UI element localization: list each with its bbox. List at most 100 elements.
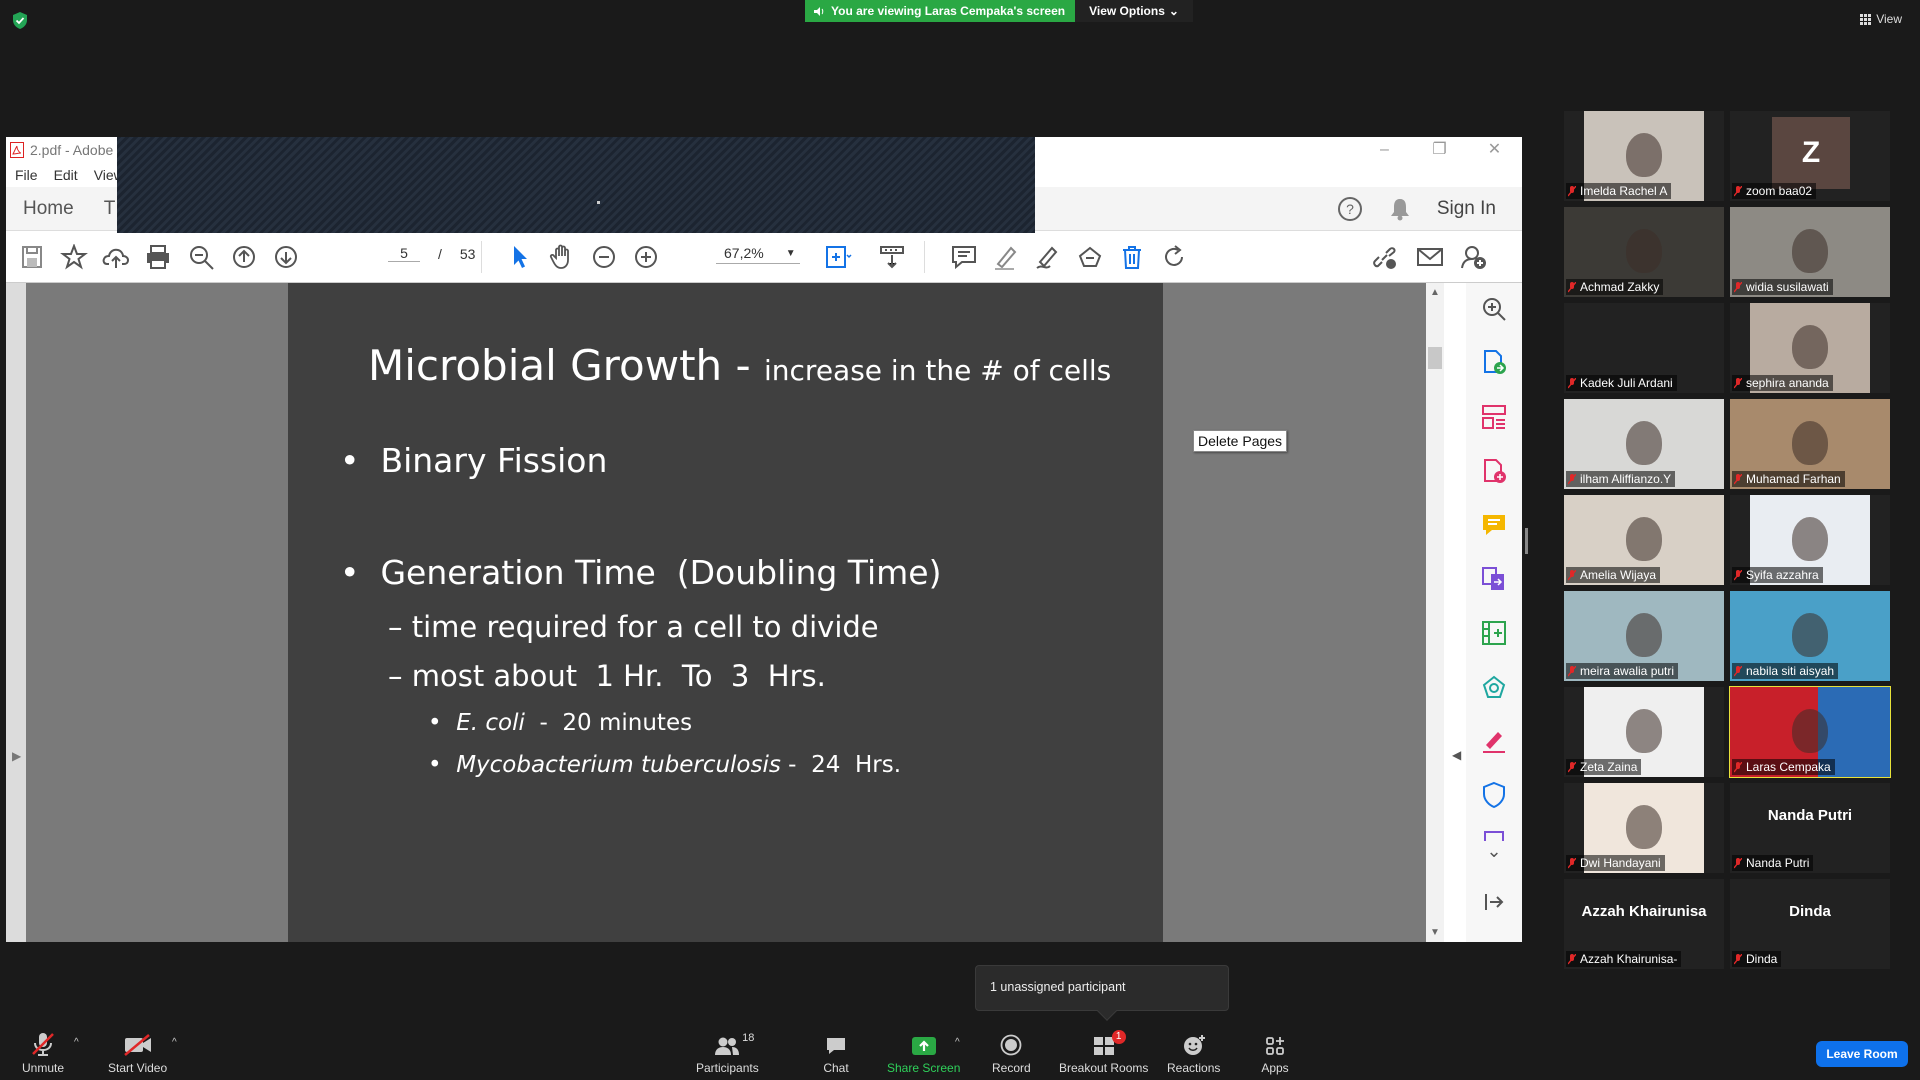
- mic-muted-icon: [1568, 953, 1576, 964]
- hand-tool-icon[interactable]: [548, 244, 576, 270]
- close-button[interactable]: ✕: [1467, 137, 1522, 163]
- help-icon[interactable]: ?: [1337, 196, 1363, 222]
- bell-icon[interactable]: [1389, 197, 1411, 221]
- audio-options-caret-icon[interactable]: ^: [74, 1037, 79, 1048]
- delete-pages-icon[interactable]: [1118, 244, 1146, 270]
- tab-tools[interactable]: T: [104, 198, 116, 220]
- tab-home[interactable]: Home: [23, 198, 74, 220]
- participant-tile[interactable]: ilham Aliffianzo.Y: [1564, 399, 1724, 489]
- participant-tile[interactable]: widia susilawati: [1730, 207, 1890, 297]
- participant-tile[interactable]: Amelia Wijaya: [1564, 495, 1724, 585]
- previous-page-icon[interactable]: [230, 244, 258, 270]
- reactions-button[interactable]: Reactions: [1167, 1032, 1220, 1075]
- unmute-button[interactable]: Unmute: [22, 1032, 64, 1075]
- participant-tile[interactable]: Syifa azzahra: [1730, 495, 1890, 585]
- share-screen-button[interactable]: Share Screen: [887, 1032, 960, 1075]
- participant-tile[interactable]: Zzoom baa02: [1730, 111, 1890, 201]
- create-pdf-icon[interactable]: [1480, 457, 1508, 485]
- menu-file[interactable]: File: [15, 167, 38, 183]
- highlight-pen-icon[interactable]: [992, 244, 1020, 270]
- minimize-button[interactable]: –: [1357, 137, 1412, 163]
- document-viewport[interactable]: Microbial Growth - increase in the # of …: [6, 283, 1461, 942]
- fill-sign-icon[interactable]: [1076, 244, 1104, 270]
- edit-pdf-icon[interactable]: [1480, 619, 1508, 647]
- email-icon[interactable]: [1416, 244, 1444, 270]
- start-video-button[interactable]: Start Video: [108, 1032, 167, 1075]
- save-icon[interactable]: [18, 244, 46, 270]
- person-silhouette: [1792, 325, 1828, 369]
- participant-tile[interactable]: Dwi Handayani: [1564, 783, 1724, 873]
- dash-item-hours-text: most about 1 Hr. To 3 Hrs.: [411, 659, 826, 693]
- comment-icon[interactable]: [950, 244, 978, 270]
- participant-tile[interactable]: meira awalia putri: [1564, 591, 1724, 681]
- participant-tile[interactable]: Zeta Zaina: [1564, 687, 1724, 777]
- participant-tile[interactable]: Imelda Rachel A: [1564, 111, 1724, 201]
- right-panel-collapse-icon[interactable]: ◀: [1452, 748, 1461, 762]
- rotate-icon[interactable]: [1160, 244, 1188, 270]
- participant-tile[interactable]: Nanda Putri Nanda Putri: [1730, 783, 1890, 873]
- view-button[interactable]: View: [1860, 12, 1902, 26]
- zoom-in-icon[interactable]: [632, 244, 660, 270]
- scroll-mode-icon[interactable]: [878, 244, 906, 270]
- participant-tile[interactable]: Kadek Juli Ardani: [1564, 303, 1724, 393]
- participants-button[interactable]: 18 Participants: [696, 1032, 759, 1075]
- participant-tile[interactable]: Muhamad Farhan: [1730, 399, 1890, 489]
- menu-edit[interactable]: Edit: [54, 167, 78, 183]
- avatar: Z: [1772, 117, 1850, 189]
- chat-button[interactable]: Chat: [820, 1032, 852, 1075]
- apps-button[interactable]: Apps: [1259, 1032, 1291, 1075]
- zoom-tool-icon[interactable]: [1480, 295, 1508, 323]
- video-options-caret-icon[interactable]: ^: [172, 1037, 177, 1048]
- participant-tile[interactable]: Azzah Khairunisa Azzah Khairunisa-: [1564, 879, 1724, 969]
- person-silhouette: [1792, 613, 1828, 657]
- participant-tile[interactable]: sephira ananda: [1730, 303, 1890, 393]
- share-link-icon[interactable]: [1370, 244, 1398, 270]
- scroll-up-icon[interactable]: ▲: [1430, 287, 1440, 298]
- scroll-down-icon[interactable]: ▼: [1430, 927, 1440, 938]
- mic-muted-icon: [1568, 185, 1576, 196]
- vertical-scrollbar[interactable]: ▲ ▼: [1426, 283, 1444, 942]
- mic-muted-icon: [1568, 857, 1576, 868]
- cloud-upload-icon[interactable]: [102, 244, 130, 270]
- view-options-button[interactable]: View Options ⌄: [1075, 0, 1193, 22]
- participant-tile[interactable]: Laras Cempaka: [1729, 686, 1891, 778]
- restore-button[interactable]: ❐: [1412, 137, 1467, 163]
- participant-name: meira awalia putri: [1580, 664, 1675, 678]
- add-user-icon[interactable]: [1460, 244, 1488, 270]
- share-options-caret-icon[interactable]: ^: [955, 1037, 960, 1048]
- sign-in-button[interactable]: Sign In: [1437, 198, 1496, 220]
- left-panel-toggle-icon[interactable]: ▶: [12, 749, 21, 763]
- next-page-icon[interactable]: [272, 244, 300, 270]
- scrollbar-thumb[interactable]: [1428, 347, 1442, 369]
- zoom-out-icon[interactable]: [590, 244, 618, 270]
- draw-icon[interactable]: [1034, 244, 1062, 270]
- unassigned-participant-popover[interactable]: 1 unassigned participant: [975, 965, 1229, 1021]
- leave-room-button[interactable]: Leave Room: [1816, 1041, 1908, 1067]
- collapse-panel-icon[interactable]: [1480, 888, 1508, 916]
- chevron-down-icon[interactable]: ⌄: [1480, 841, 1508, 869]
- participant-tile[interactable]: Dinda Dinda: [1730, 879, 1890, 969]
- more-tools-icon[interactable]: [1480, 829, 1508, 841]
- current-page-input[interactable]: 5: [388, 245, 420, 262]
- pdf-icon: [10, 142, 24, 158]
- print-icon[interactable]: [144, 244, 172, 270]
- zoom-search-icon[interactable]: [188, 244, 216, 270]
- combine-files-icon[interactable]: [1480, 565, 1508, 593]
- export-pdf-icon[interactable]: [1480, 348, 1508, 376]
- breakout-rooms-button[interactable]: 1 Breakout Rooms: [1059, 1030, 1148, 1075]
- fill-and-sign-icon[interactable]: [1480, 727, 1508, 755]
- zoom-select[interactable]: 67,2% ▼: [716, 245, 800, 264]
- participant-tile[interactable]: nabila siti aisyah: [1730, 591, 1890, 681]
- participant-name-label: Achmad Zakky: [1566, 279, 1664, 295]
- select-cursor-icon[interactable]: [506, 244, 534, 270]
- scan-ocr-icon[interactable]: [1480, 673, 1508, 701]
- participant-tile[interactable]: Achmad Zakky: [1564, 207, 1724, 297]
- bookmark-star-icon[interactable]: [60, 244, 88, 270]
- comment-tool-icon[interactable]: [1480, 511, 1508, 539]
- security-shield-icon[interactable]: [12, 12, 28, 29]
- organize-pages-icon[interactable]: [1480, 403, 1508, 431]
- record-button[interactable]: Record: [992, 1032, 1031, 1075]
- fit-page-icon[interactable]: [824, 244, 852, 270]
- gallery-resize-handle[interactable]: [1525, 528, 1528, 554]
- protect-icon[interactable]: [1480, 781, 1508, 809]
